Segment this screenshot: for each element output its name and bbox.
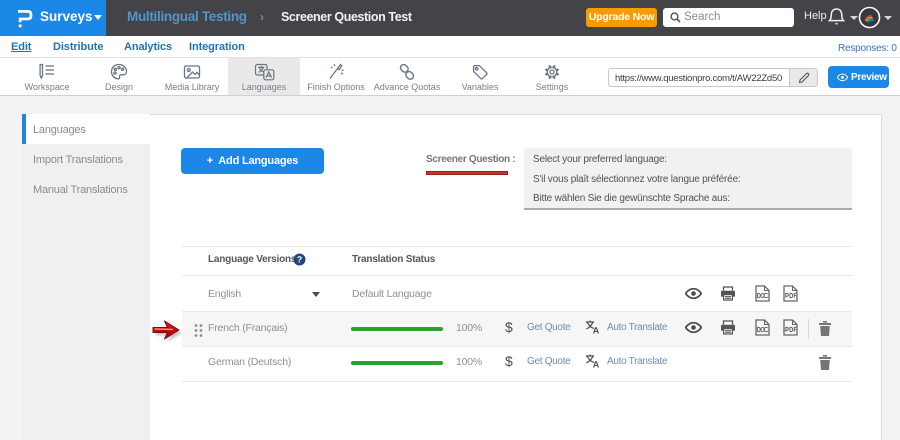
svg-text:A: A [593, 360, 600, 369]
svg-text:A: A [593, 326, 600, 335]
svg-text:?: ? [297, 255, 303, 265]
